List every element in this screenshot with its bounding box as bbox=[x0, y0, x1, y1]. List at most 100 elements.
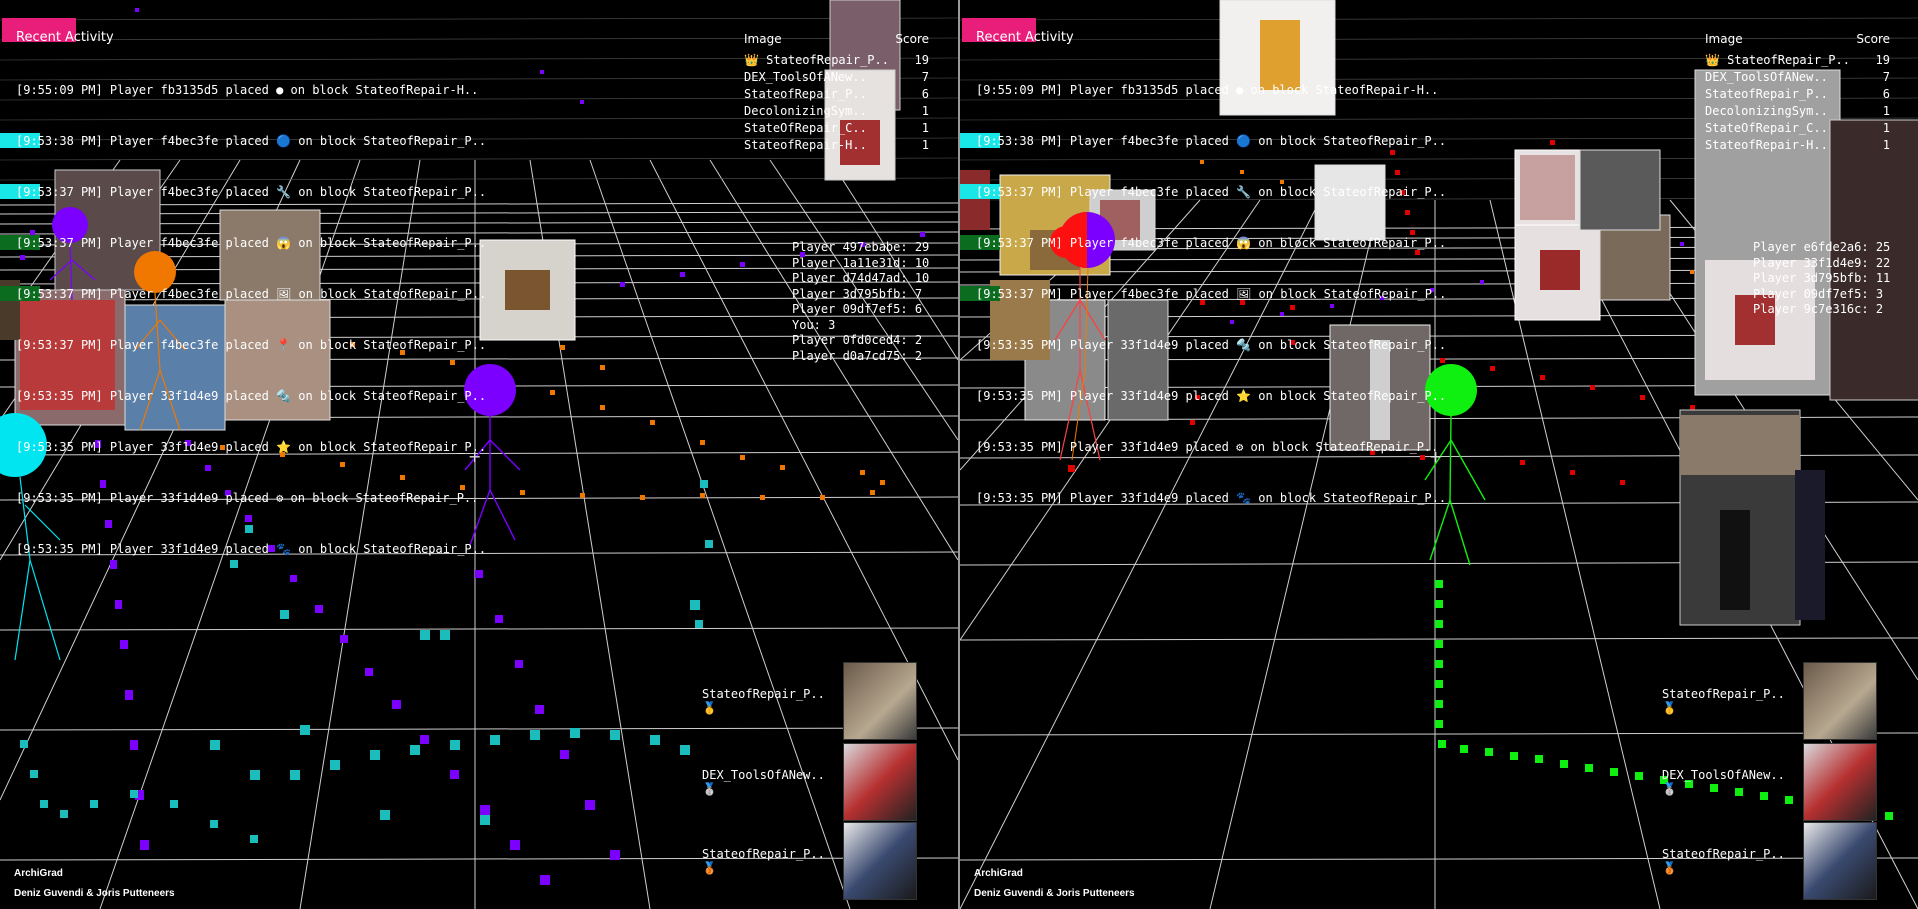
log-entry: [9:53:37 PM] Player f4bec3fe placed 🖼 on… bbox=[0, 286, 487, 303]
activity-log: [9:55:09 PM] Player fb3135d5 placed ● on… bbox=[960, 48, 1447, 541]
log-entry-text: [9:53:37 PM] Player f4bec3fe placed 😱 on… bbox=[976, 236, 1447, 250]
log-entry-text: [9:53:37 PM] Player f4bec3fe placed 😱 on… bbox=[16, 236, 487, 250]
player-score: Player d74d47ad: 10 bbox=[792, 271, 930, 285]
log-entry-text: [9:53:35 PM] Player 33f1d4e9 placed 🔩 on… bbox=[16, 389, 487, 403]
score-row: StateofRepair_P.. 6 bbox=[744, 86, 929, 103]
top-image-row[interactable]: StateofRepair_P.. 🥇 bbox=[702, 662, 917, 740]
score-value: 1 bbox=[1882, 121, 1890, 135]
score-table-header: Image Score bbox=[1705, 31, 1890, 48]
credit-title: ArchiGrad bbox=[974, 868, 1023, 879]
log-entry: [9:53:35 PM] Player 33f1d4e9 placed 🐾 on… bbox=[16, 541, 486, 558]
log-entry-text: [9:53:35 PM] Player 33f1d4e9 placed ⭐ on… bbox=[16, 440, 487, 454]
log-entry: [9:53:35 PM] Player 33f1d4e9 placed ⭐ on… bbox=[16, 439, 486, 456]
player-score: Player 3d795bfb: 7 bbox=[792, 286, 923, 301]
player-score: Player 09df7ef5: 3 bbox=[1753, 286, 1884, 301]
score-value: 6 bbox=[1882, 87, 1890, 101]
log-entry-text: [9:53:35 PM] Player 33f1d4e9 placed ⚙ on… bbox=[976, 440, 1439, 454]
log-entry: [9:53:35 PM] Player 33f1d4e9 placed 🔩 on… bbox=[16, 388, 486, 405]
image-score-table: Image Score 👑 StateofRepair_P.. 19 DEX_To… bbox=[1705, 31, 1890, 154]
player-score-you: You: 3 bbox=[792, 317, 836, 332]
log-entry: [9:53:38 PM] Player f4bec3fe placed 🔵 on… bbox=[960, 133, 1447, 150]
image-column-header: Image bbox=[1705, 32, 1743, 46]
right-viewport[interactable]: Recent Activity [9:55:09 PM] Player fb31… bbox=[960, 0, 1918, 909]
score-image-name: DEX_ToolsOfANew.. bbox=[744, 70, 867, 84]
log-entry: [9:53:35 PM] Player 33f1d4e9 placed 🐾 on… bbox=[976, 490, 1446, 507]
score-image-name: StateofRepair-H.. bbox=[1705, 138, 1828, 152]
score-row: DecolonizingSym.. 1 bbox=[744, 103, 929, 120]
crosshair-icon: + bbox=[468, 447, 482, 466]
log-entry: [9:53:37 PM] Player f4bec3fe placed 🔧 on… bbox=[960, 184, 1447, 201]
top-image-thumbnail[interactable] bbox=[842, 662, 917, 740]
player-leaderboard: Player 497ebabe: 29 Player 1a11e31d: 10 … bbox=[792, 240, 929, 364]
top-image-thumbnail[interactable] bbox=[1802, 743, 1877, 821]
player-score: Player 1a11e31d: 10 bbox=[792, 255, 930, 270]
log-entry-text: [9:53:37 PM] Player f4bec3fe placed 🔧 on… bbox=[16, 185, 487, 199]
score-value: 1 bbox=[921, 104, 929, 118]
log-entry-text: [9:53:35 PM] Player 33f1d4e9 placed ⚙ on… bbox=[16, 491, 479, 505]
image-column-header: Image bbox=[744, 32, 782, 46]
score-value: 1 bbox=[1882, 104, 1890, 118]
log-entry-text: [9:53:35 PM] Player 33f1d4e9 placed 🐾 on… bbox=[16, 542, 487, 556]
credit-authors: Deniz Guvendi & Joris Putteneers bbox=[974, 888, 1135, 899]
score-table-header: Image Score bbox=[744, 31, 929, 48]
top-image-label: StateofRepair_P.. 🥉 bbox=[1662, 847, 1785, 875]
score-image-name: 👑 StateofRepair_P.. bbox=[1705, 53, 1850, 67]
top-image-label: StateofRepair_P.. 🥉 bbox=[702, 847, 825, 875]
score-value: 19 bbox=[914, 53, 929, 67]
player-score: Player d0a7cd75: 2 bbox=[792, 348, 923, 363]
score-row: DecolonizingSym.. 1 bbox=[1705, 103, 1890, 120]
player-leaderboard: Player e6fde2a6: 25 Player 33f1d4e9: 22 … bbox=[1753, 240, 1890, 318]
score-row: StateofRepair_P.. 6 bbox=[1705, 86, 1890, 103]
log-entry-text: [9:53:38 PM] Player f4bec3fe placed 🔵 on… bbox=[976, 134, 1447, 148]
score-column-header: Score bbox=[895, 32, 929, 46]
log-entry: [9:53:35 PM] Player 33f1d4e9 placed ⭐ on… bbox=[976, 388, 1446, 405]
player-score: Player 9c7e316c: 2 bbox=[1753, 302, 1884, 316]
player-score: Player 497ebabe: 29 bbox=[792, 240, 930, 254]
score-image-name: StateOfRepair_C.. bbox=[1705, 121, 1828, 135]
top-image-row[interactable]: DEX_ToolsOfANew.. 🥈 bbox=[1662, 743, 1877, 821]
log-entry: [9:53:37 PM] Player f4bec3fe placed 😱 on… bbox=[960, 235, 1447, 252]
credit-authors: Deniz Guvendi & Joris Putteneers bbox=[14, 888, 175, 899]
log-entry-text: [9:53:35 PM] Player 33f1d4e9 placed 🔩 on… bbox=[976, 338, 1447, 352]
top-image-label: DEX_ToolsOfANew.. 🥈 bbox=[1662, 768, 1785, 796]
log-entry: [9:53:35 PM] Player 33f1d4e9 placed ⚙ on… bbox=[16, 490, 486, 507]
log-entry-text: [9:55:09 PM] Player fb3135d5 placed ● on… bbox=[976, 83, 1439, 97]
score-value: 7 bbox=[1882, 70, 1890, 84]
score-image-name: StateofRepair_P.. bbox=[1705, 87, 1828, 101]
score-row: 👑 StateofRepair_P.. 19 bbox=[744, 52, 929, 69]
score-value: 19 bbox=[1875, 53, 1890, 67]
top-image-thumbnail[interactable] bbox=[1802, 662, 1877, 740]
log-entry-text: [9:53:37 PM] Player f4bec3fe placed 🖼 on… bbox=[16, 287, 487, 301]
log-entry-text: [9:53:37 PM] Player f4bec3fe placed 📍 on… bbox=[16, 338, 487, 352]
top-image-label: StateofRepair_P.. 🥇 bbox=[1662, 687, 1785, 715]
top-image-row[interactable]: StateofRepair_P.. 🥉 bbox=[702, 822, 917, 900]
score-value: 1 bbox=[921, 121, 929, 135]
top-image-thumbnail[interactable] bbox=[1802, 822, 1877, 900]
player-score: Player 09df7ef5: 6 bbox=[792, 302, 923, 316]
top-image-row[interactable]: StateofRepair_P.. 🥇 bbox=[1662, 662, 1877, 740]
log-entry: [9:53:37 PM] Player f4bec3fe placed 😱 on… bbox=[0, 235, 487, 252]
left-viewport[interactable]: Recent Activity [9:55:09 PM] Player fb31… bbox=[0, 0, 958, 909]
log-entry: [9:55:09 PM] Player fb3135d5 placed ● on… bbox=[976, 82, 1446, 99]
score-value: 6 bbox=[921, 87, 929, 101]
top-image-label: StateofRepair_P.. 🥇 bbox=[702, 687, 825, 715]
player-score: Player 33f1d4e9: 22 bbox=[1753, 255, 1891, 270]
score-image-name: StateofRepair-H.. bbox=[744, 138, 867, 152]
log-entry-text: [9:53:35 PM] Player 33f1d4e9 placed 🐾 on… bbox=[976, 491, 1447, 505]
score-image-name: 👑 StateofRepair_P.. bbox=[744, 53, 889, 67]
score-image-name: StateofRepair_P.. bbox=[744, 87, 867, 101]
crosshair-icon: + bbox=[1429, 447, 1443, 466]
player-score: Player 0fd0ced4: 2 bbox=[792, 333, 923, 347]
log-entry: [9:53:35 PM] Player 33f1d4e9 placed ⚙ on… bbox=[976, 439, 1446, 456]
top-image-row[interactable]: StateofRepair_P.. 🥉 bbox=[1662, 822, 1877, 900]
top-image-thumbnail[interactable] bbox=[842, 743, 917, 821]
score-image-name: StateOfRepair_C.. bbox=[744, 121, 867, 135]
top-image-row[interactable]: DEX_ToolsOfANew.. 🥈 bbox=[702, 743, 917, 821]
top-image-thumbnail[interactable] bbox=[842, 822, 917, 900]
log-entry-text: [9:53:37 PM] Player f4bec3fe placed 🔧 on… bbox=[976, 185, 1447, 199]
credit-title: ArchiGrad bbox=[14, 868, 63, 879]
player-score: Player e6fde2a6: 25 bbox=[1753, 240, 1891, 254]
score-row: 👑 StateofRepair_P.. 19 bbox=[1705, 52, 1890, 69]
top-image-label: DEX_ToolsOfANew.. 🥈 bbox=[702, 768, 825, 796]
log-entry: [9:53:37 PM] Player f4bec3fe placed 🖼 on… bbox=[960, 286, 1446, 303]
